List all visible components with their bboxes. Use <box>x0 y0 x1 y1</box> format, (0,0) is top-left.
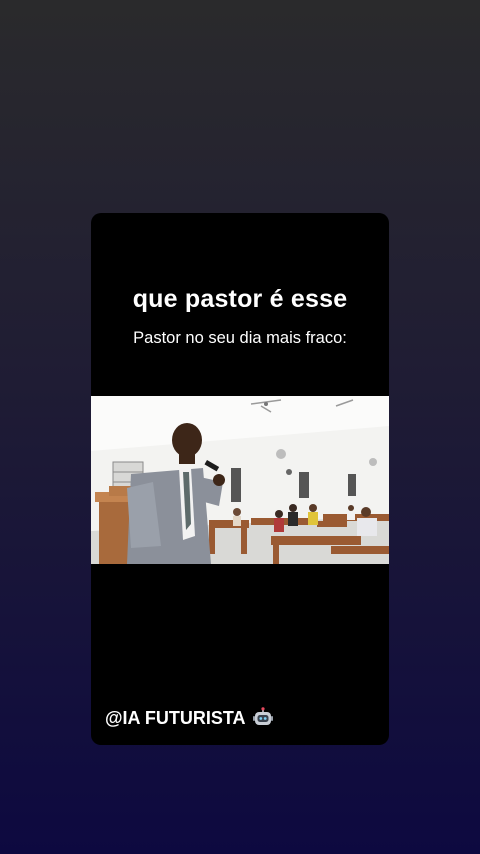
church-scene-image <box>91 396 389 564</box>
video-subtitle: Pastor no seu dia mais fraco: <box>133 329 347 347</box>
video-card[interactable]: que pastor é esse Pastor no seu dia mais… <box>91 213 389 745</box>
video-title: que pastor é esse <box>132 285 348 313</box>
creator-watermark: @IA FUTURISTA <box>105 707 274 729</box>
robot-icon <box>252 707 274 729</box>
watermark-text: @IA FUTURISTA <box>105 707 246 728</box>
video-frame[interactable] <box>91 396 389 564</box>
